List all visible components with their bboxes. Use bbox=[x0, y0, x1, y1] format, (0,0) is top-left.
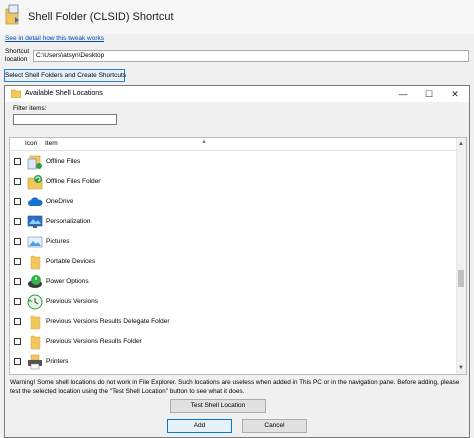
app-title: Shell Folder (CLSID) Shortcut bbox=[28, 11, 174, 23]
list-item[interactable]: Power Options bbox=[10, 272, 456, 292]
item-checkbox[interactable] bbox=[14, 218, 21, 225]
item-label: Offline Files bbox=[46, 158, 81, 165]
list-item[interactable]: Previous Versions bbox=[10, 292, 456, 312]
vertical-scrollbar[interactable] bbox=[456, 138, 466, 374]
dialog-title: Available Shell Locations bbox=[25, 90, 103, 97]
pictures-icon bbox=[27, 236, 43, 248]
shell-folder-shortcut-icon bbox=[5, 4, 19, 25]
offline-files-folder-icon bbox=[27, 175, 43, 190]
folder-icon bbox=[30, 255, 41, 270]
sort-ascending-icon: ▲ bbox=[201, 139, 207, 145]
list-item[interactable]: Printers bbox=[10, 352, 456, 372]
list-item[interactable]: OneDrive bbox=[10, 192, 456, 212]
folder-icon bbox=[30, 335, 41, 350]
test-shell-location-button[interactable]: Test Shell Location bbox=[170, 399, 266, 413]
list-item[interactable]: Offline Files bbox=[10, 152, 456, 172]
minimize-button[interactable]: — bbox=[391, 86, 415, 102]
maximize-button[interactable]: ☐ bbox=[417, 86, 441, 102]
item-checkbox[interactable] bbox=[14, 258, 21, 265]
scrollbar-thumb[interactable] bbox=[458, 270, 464, 287]
onedrive-cloud-icon bbox=[28, 197, 43, 206]
previous-versions-icon bbox=[27, 294, 43, 310]
item-label: Offline Files Folder bbox=[46, 178, 101, 185]
item-checkbox[interactable] bbox=[14, 358, 21, 365]
item-label: Previous Versions Results Delegate Folde… bbox=[46, 318, 170, 325]
personalization-monitor-icon bbox=[27, 215, 43, 228]
item-label: Pictures bbox=[46, 238, 70, 245]
shortcut-location-field[interactable]: C:\Users\atsyn\Desktop bbox=[33, 50, 469, 62]
item-checkbox[interactable] bbox=[14, 298, 21, 305]
available-shell-locations-dialog: Available Shell Locations — ☐ ✕ Filter i… bbox=[4, 85, 470, 438]
item-label: Power Options bbox=[46, 278, 89, 285]
item-checkbox[interactable] bbox=[14, 158, 21, 165]
item-label: Previous Versions bbox=[46, 298, 99, 305]
list-item[interactable]: Offline Files Folder bbox=[10, 172, 456, 192]
cancel-button[interactable]: Cancel bbox=[242, 419, 307, 433]
close-button[interactable]: ✕ bbox=[443, 86, 467, 102]
list-item[interactable]: Previous Versions Results Delegate Folde… bbox=[10, 312, 456, 332]
item-checkbox[interactable] bbox=[14, 338, 21, 345]
item-checkbox[interactable] bbox=[14, 178, 21, 185]
scroll-up-icon[interactable]: ▲ bbox=[456, 138, 466, 150]
warning-text: Warning! Some shell locations do not wor… bbox=[10, 379, 460, 395]
list-item[interactable]: Previous Versions Results Folder bbox=[10, 332, 456, 352]
column-header-item[interactable]: Item bbox=[45, 140, 58, 147]
item-checkbox[interactable] bbox=[14, 318, 21, 325]
list-item[interactable]: Pictures bbox=[10, 232, 456, 252]
item-label: Portable Devices bbox=[46, 258, 96, 265]
filter-label: Filter items: bbox=[13, 105, 47, 112]
scroll-down-icon[interactable]: ▼ bbox=[456, 362, 466, 374]
item-label: Previous Versions Results Folder bbox=[46, 338, 142, 345]
printers-icon bbox=[28, 354, 42, 370]
power-options-icon bbox=[28, 275, 42, 288]
column-header-icon[interactable]: Icon bbox=[25, 140, 37, 147]
folder-icon bbox=[30, 315, 41, 330]
shell-locations-list: Icon Item ▲ Offline Files Offline Files … bbox=[9, 137, 467, 375]
item-label: OneDrive bbox=[46, 198, 74, 205]
list-item[interactable]: Portable Devices bbox=[10, 252, 456, 272]
item-checkbox[interactable] bbox=[14, 198, 21, 205]
item-label: Printers bbox=[46, 358, 69, 365]
folder-icon bbox=[11, 89, 21, 98]
list-header: Icon Item ▲ bbox=[10, 138, 456, 151]
item-label: Personalization bbox=[46, 218, 91, 225]
item-checkbox[interactable] bbox=[14, 278, 21, 285]
select-shell-folders-button[interactable]: Select Shell Folders and Create Shortcut… bbox=[4, 69, 126, 82]
shortcut-location-label: Shortcut location bbox=[5, 48, 30, 63]
item-checkbox[interactable] bbox=[14, 238, 21, 245]
offline-files-icon bbox=[27, 155, 42, 170]
filter-input[interactable] bbox=[13, 114, 117, 125]
list-item[interactable]: Personalization bbox=[10, 212, 456, 232]
add-button[interactable]: Add bbox=[167, 419, 232, 433]
tweak-details-link[interactable]: See in detail how this tweak works bbox=[5, 35, 104, 42]
